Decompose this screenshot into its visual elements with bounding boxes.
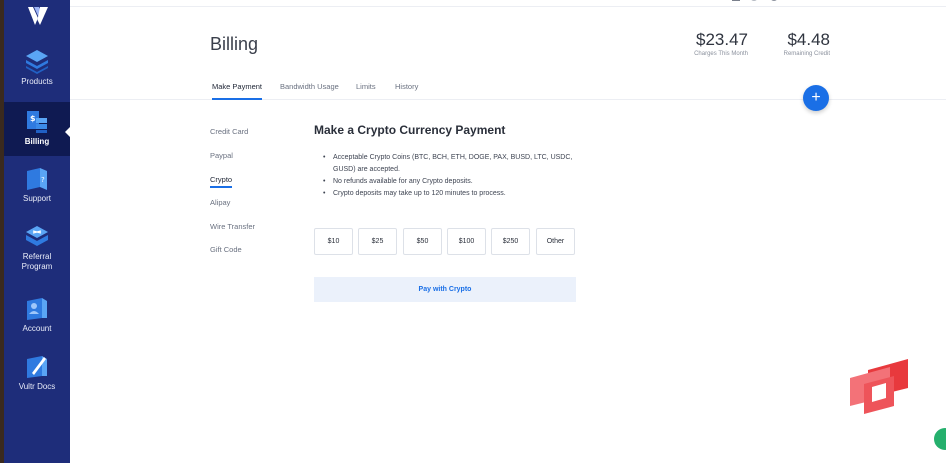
- vultr-logo-icon[interactable]: [27, 6, 49, 26]
- support-icon: ?: [27, 168, 47, 190]
- list-item: Crypto deposits may take up to 120 minut…: [323, 188, 583, 200]
- referral-icon: [26, 226, 48, 246]
- account-icon: [27, 298, 47, 320]
- topbar-icons: [732, 0, 777, 1]
- remaining-credit: $4.48 Remaining Credit: [770, 30, 830, 57]
- page-title: Billing: [210, 34, 259, 54]
- list-item: Acceptable Crypto Coins (BTC, BCH, ETH, …: [323, 152, 583, 176]
- list-item: No refunds available for any Crypto depo…: [323, 176, 583, 188]
- amount-250-button[interactable]: $250: [491, 228, 530, 255]
- sidebar-item-label: Products: [21, 77, 53, 86]
- amount-10-button[interactable]: $10: [314, 228, 353, 255]
- charges-label: Charges This Month: [694, 51, 748, 57]
- sidebar-item-products[interactable]: Products: [4, 48, 70, 96]
- tab-limits[interactable]: Limits: [356, 82, 376, 91]
- crypto-info-list: Acceptable Crypto Coins (BTC, BCH, ETH, …: [323, 152, 583, 200]
- sidebar-item-label: Support: [22, 194, 52, 203]
- sidebar-item-label: Vultr Docs: [18, 382, 56, 391]
- active-indicator: [65, 126, 71, 138]
- brand-chat-icon[interactable]: [848, 358, 910, 415]
- charges-value: $23.47: [696, 30, 748, 49]
- svg-text:?: ?: [41, 176, 45, 184]
- sidebar-item-label: Billing: [24, 137, 50, 146]
- method-paypal[interactable]: Paypal: [210, 151, 233, 160]
- topbar-divider: [70, 6, 946, 7]
- help-icon: [751, 0, 757, 1]
- pay-with-crypto-button[interactable]: Pay with Crypto: [314, 277, 576, 302]
- crypto-section-title: Make a Crypto Currency Payment: [314, 123, 506, 137]
- user-avatar-icon: [771, 0, 777, 1]
- docs-icon: [27, 356, 47, 378]
- method-alipay[interactable]: Alipay: [210, 198, 230, 207]
- method-gift-code[interactable]: Gift Code: [210, 245, 242, 254]
- amount-100-button[interactable]: $100: [447, 228, 486, 255]
- sidebar-item-label: Referral Program: [21, 252, 53, 271]
- sidebar-item-account[interactable]: Account: [4, 295, 70, 339]
- active-method-indicator: [210, 186, 232, 188]
- sidebar-item-docs[interactable]: Vultr Docs: [4, 353, 70, 397]
- method-credit-card[interactable]: Credit Card: [210, 127, 248, 136]
- amount-50-button[interactable]: $50: [403, 228, 442, 255]
- amount-other-button[interactable]: Other: [536, 228, 575, 255]
- add-button[interactable]: +: [803, 85, 829, 111]
- billing-icon: $: [27, 111, 47, 133]
- tab-history[interactable]: History: [395, 82, 418, 91]
- sidebar: Products $ Billing ? Support Referral Pr…: [4, 0, 71, 463]
- credit-label: Remaining Credit: [783, 51, 830, 57]
- svg-text:$: $: [30, 114, 36, 123]
- sidebar-item-referral[interactable]: Referral Program: [4, 223, 70, 279]
- charges-this-month: $23.47 Charges This Month: [684, 30, 748, 57]
- sidebar-item-label: Account: [22, 324, 52, 333]
- amount-25-button[interactable]: $25: [358, 228, 397, 255]
- method-wire-transfer[interactable]: Wire Transfer: [210, 222, 255, 231]
- credit-value: $4.48: [787, 30, 830, 49]
- method-crypto[interactable]: Crypto: [210, 175, 232, 184]
- sidebar-item-billing[interactable]: $ Billing: [4, 102, 71, 156]
- active-tab-indicator: [212, 98, 262, 100]
- sidebar-item-support[interactable]: ? Support: [4, 165, 70, 209]
- tab-bandwidth-usage[interactable]: Bandwidth Usage: [280, 82, 339, 91]
- notification-icon: [732, 0, 740, 1]
- tab-make-payment[interactable]: Make Payment: [212, 82, 262, 91]
- cube-stack-icon: [26, 50, 48, 74]
- live-chat-icon[interactable]: [934, 428, 946, 450]
